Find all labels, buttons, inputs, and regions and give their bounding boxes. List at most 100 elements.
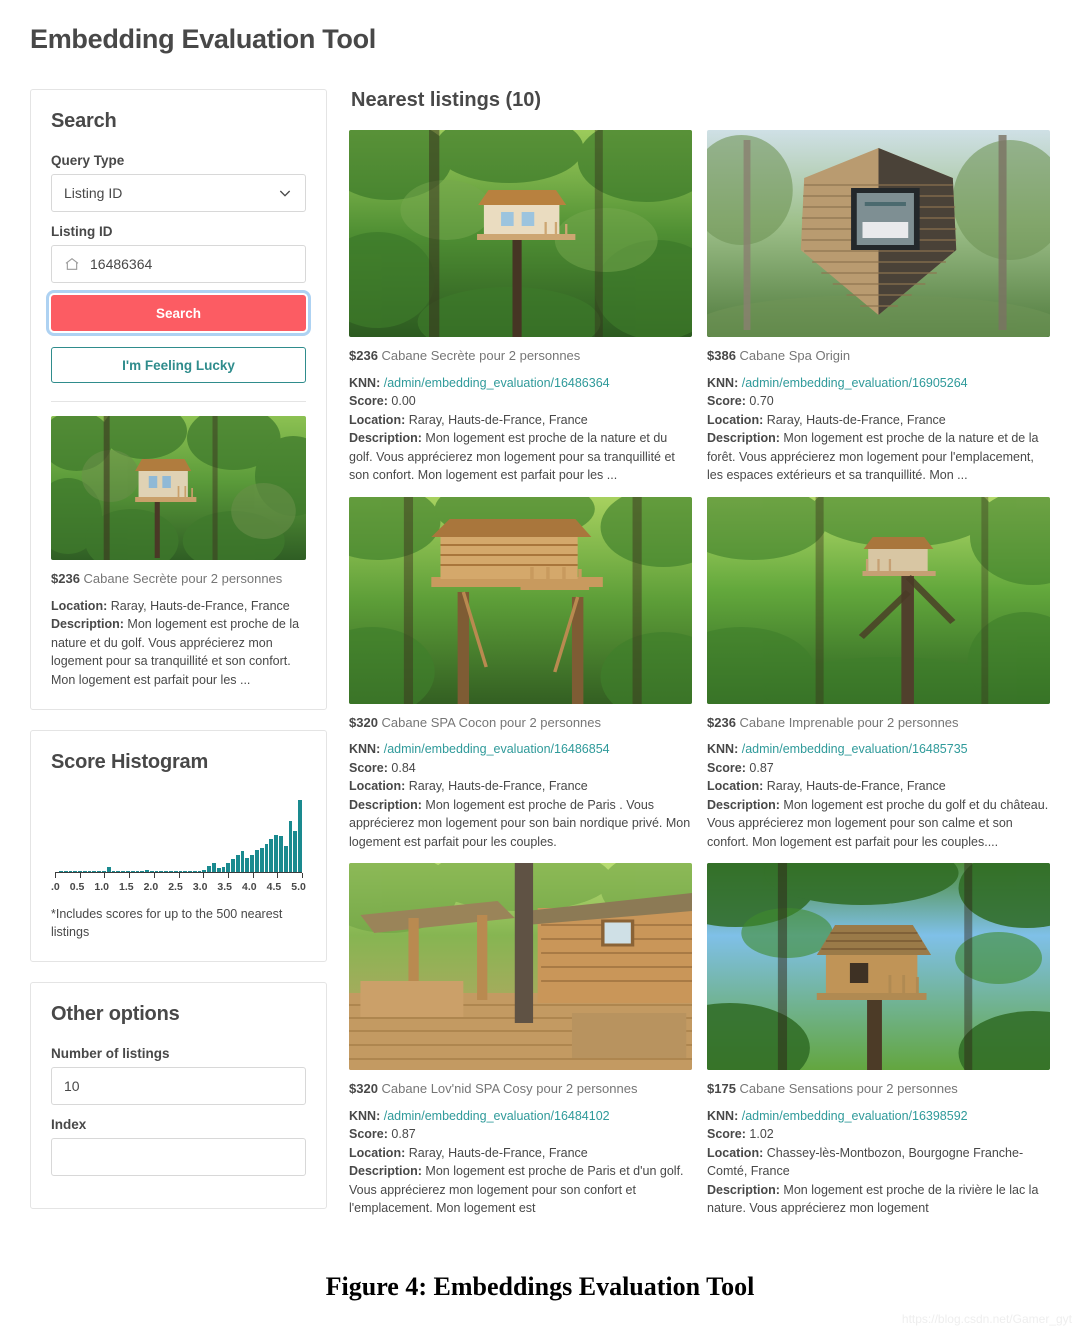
sidebar-divider bbox=[51, 401, 306, 402]
histogram-tick-label: 3.0 bbox=[192, 881, 208, 894]
listing-card[interactable]: $236 Cabane Imprenable pour 2 personnes … bbox=[707, 496, 1050, 852]
location-label: Location: bbox=[707, 779, 764, 794]
histogram-bar bbox=[283, 846, 288, 873]
histogram-bar bbox=[59, 870, 63, 873]
listing-name: Cabane Imprenable pour 2 personnes bbox=[739, 714, 959, 730]
histogram-plot-area bbox=[51, 794, 306, 873]
listing-thumbnail[interactable] bbox=[707, 130, 1050, 337]
histogram-tick-label: 4.5 bbox=[266, 881, 282, 894]
listing-card[interactable]: $236 Cabane Secrète pour 2 personnes KNN… bbox=[349, 130, 692, 485]
location-label: Location: bbox=[707, 1145, 764, 1160]
score-histogram-panel: Score Histogram .0 0.5 1.0 1.5 2.0 2.5 3.0 3.5 4… bbox=[30, 730, 327, 963]
score-value: 0.70 bbox=[749, 394, 774, 409]
listing-name: Cabane Secrète pour 2 personnes bbox=[381, 348, 581, 363]
listing-thumbnail[interactable] bbox=[349, 863, 692, 1071]
listing-card[interactable]: $386 Cabane Spa Origin KNN: /admin/embed… bbox=[707, 130, 1050, 485]
histogram-bar bbox=[140, 870, 145, 873]
results-column: Nearest listings (10) $236 Cabane Secrèt… bbox=[339, 89, 1050, 1239]
query-location-value: Raray, Hauts-de-France, France bbox=[110, 598, 290, 613]
knn-label: KNN: bbox=[349, 375, 381, 390]
listing-card[interactable]: $320 Cabane SPA Cocon pour 2 personnes K… bbox=[349, 496, 692, 852]
listing-price: $236 bbox=[349, 348, 378, 363]
score-label: Score: bbox=[707, 1127, 746, 1142]
query-type-value: Listing ID bbox=[64, 185, 123, 201]
histogram-bar bbox=[154, 870, 159, 873]
histogram-tick-label: 0.5 bbox=[69, 881, 85, 894]
listing-card[interactable]: $320 Cabane Lov'nid SPA Cosy pour 2 pers… bbox=[349, 863, 692, 1218]
histogram-bar bbox=[87, 871, 92, 873]
knn-link[interactable]: /admin/embedding_evaluation/16905264 bbox=[742, 376, 968, 390]
histogram-bar bbox=[288, 821, 293, 873]
histogram-tick-label: .0 bbox=[51, 881, 60, 894]
left-sidebar: Search Query Type Listing ID Listing ID … bbox=[30, 89, 327, 1239]
histogram-bar bbox=[293, 830, 298, 873]
other-options-title: Other options bbox=[51, 1003, 180, 1026]
location-value: Raray, Hauts-de-France, France bbox=[766, 412, 946, 427]
knn-link[interactable]: /admin/embedding_evaluation/16484102 bbox=[384, 1109, 610, 1123]
histogram-bar bbox=[269, 839, 274, 873]
listing-card[interactable]: $175 Cabane Sensations pour 2 personnes … bbox=[707, 863, 1050, 1218]
score-histogram-chart: .0 0.5 1.0 1.5 2.0 2.5 3.0 3.5 4.0 4.5 5.0 bbox=[51, 794, 306, 893]
listing-name: Cabane Spa Origin bbox=[739, 348, 851, 363]
listing-thumbnail[interactable] bbox=[349, 130, 692, 337]
number-of-listings-input[interactable]: 10 bbox=[51, 1067, 306, 1106]
score-histogram-title: Score Histogram bbox=[51, 751, 209, 774]
query-listing-name: Cabane Secrète pour 2 personnes bbox=[83, 571, 283, 586]
query-type-select[interactable]: Listing ID bbox=[51, 174, 306, 212]
histogram-bar bbox=[255, 850, 259, 873]
histogram-bar bbox=[221, 866, 226, 873]
number-of-listings-value: 10 bbox=[64, 1078, 80, 1095]
score-label: Score: bbox=[349, 394, 388, 409]
listing-id-label: Listing ID bbox=[51, 224, 113, 239]
listing-meta: KNN: /admin/embedding_evaluation/1648573… bbox=[707, 740, 1050, 851]
listing-meta: KNN: /admin/embedding_evaluation/1648685… bbox=[349, 740, 692, 851]
description-label: Description: bbox=[707, 1182, 780, 1197]
histogram-tick-label: 1.0 bbox=[94, 881, 109, 894]
histogram-bar bbox=[250, 854, 255, 873]
histogram-bar bbox=[125, 870, 130, 873]
histogram-note: *Includes scores for up to the 500 neare… bbox=[51, 907, 283, 940]
listing-price: $236 bbox=[707, 714, 736, 730]
search-button[interactable]: Search bbox=[46, 290, 311, 336]
description-label: Description: bbox=[707, 797, 780, 812]
listing-price: $320 bbox=[349, 714, 378, 730]
knn-link[interactable]: /admin/embedding_evaluation/16398592 bbox=[742, 1109, 968, 1123]
knn-link[interactable]: /admin/embedding_evaluation/16486854 bbox=[384, 742, 610, 756]
histogram-bar bbox=[63, 871, 68, 873]
listing-price-line: $320 Cabane SPA Cocon pour 2 personnes bbox=[349, 714, 692, 732]
histogram-tick-label: 2.0 bbox=[143, 881, 159, 894]
score-value: 0.87 bbox=[749, 760, 774, 775]
query-listing-thumbnail[interactable] bbox=[51, 416, 306, 560]
histogram-bar bbox=[197, 870, 202, 873]
listing-name: Cabane SPA Cocon pour 2 personnes bbox=[381, 714, 602, 730]
home-icon bbox=[65, 257, 79, 270]
histogram-bar bbox=[97, 871, 102, 873]
listing-thumbnail[interactable] bbox=[707, 863, 1050, 1071]
knn-label: KNN: bbox=[349, 742, 381, 757]
histogram-tick-label: 5.0 bbox=[291, 881, 306, 894]
location-label: Location: bbox=[349, 1145, 406, 1160]
listing-thumbnail[interactable] bbox=[349, 496, 692, 704]
location-label: Location: bbox=[349, 779, 406, 794]
histogram-bar bbox=[78, 871, 82, 873]
listing-thumbnail[interactable] bbox=[707, 496, 1050, 704]
histogram-bar bbox=[202, 869, 207, 873]
histogram-bar bbox=[274, 835, 278, 873]
knn-link[interactable]: /admin/embedding_evaluation/16485735 bbox=[742, 742, 968, 756]
histogram-bar bbox=[116, 870, 121, 873]
listing-name: Cabane Lov'nid SPA Cosy pour 2 personnes bbox=[381, 1081, 638, 1097]
histogram-bar bbox=[278, 836, 283, 873]
listing-id-input[interactable]: 16486364 bbox=[51, 245, 306, 283]
histogram-bar bbox=[130, 870, 135, 873]
histogram-tick-label: 2.5 bbox=[168, 881, 183, 894]
query-location-label: Location: bbox=[51, 598, 108, 613]
histogram-bar bbox=[178, 870, 183, 873]
listing-meta: KNN: /admin/embedding_evaluation/1648410… bbox=[349, 1107, 692, 1218]
feeling-lucky-button[interactable]: I'm Feeling Lucky bbox=[51, 347, 306, 383]
index-input[interactable] bbox=[51, 1138, 306, 1177]
histogram-tick-labels: .0 0.5 1.0 1.5 2.0 2.5 3.0 3.5 4.0 4.5 5.0 bbox=[51, 881, 306, 893]
page-title: Embedding Evaluation Tool bbox=[30, 24, 377, 54]
listing-price-line: $320 Cabane Lov'nid SPA Cosy pour 2 pers… bbox=[349, 1080, 692, 1098]
location-value: Raray, Hauts-de-France, France bbox=[408, 412, 588, 427]
knn-link[interactable]: /admin/embedding_evaluation/16486364 bbox=[384, 376, 610, 390]
